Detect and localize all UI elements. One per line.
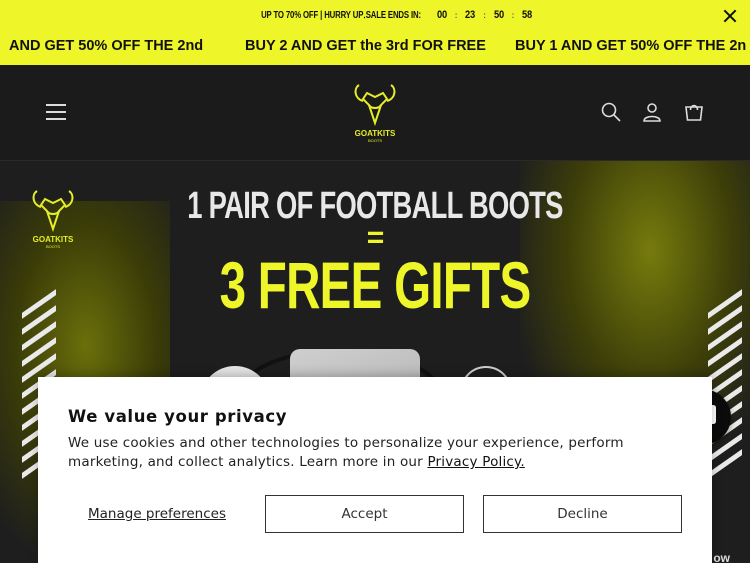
menu-icon[interactable]	[46, 104, 66, 120]
announcement-bar: UP TO 70% OFF | HURRY UP․SALE ENDS IN: 0…	[0, 0, 750, 65]
timer-days: 00	[436, 9, 447, 21]
close-icon[interactable]	[720, 6, 740, 26]
cart-icon[interactable]	[683, 101, 705, 123]
logo[interactable]: GOATKITS BOOTS	[349, 79, 401, 145]
site-header: GOATKITS BOOTS	[0, 65, 750, 161]
manage-preferences-button[interactable]: Manage preferences	[68, 495, 246, 533]
promo-marquee: AND GET 50% OFF THE 2nd BUY 2 AND GET th…	[0, 36, 750, 58]
marquee-item: BUY 1 AND GET 50% OFF THE 2n	[515, 38, 747, 54]
logo-subtext: BOOTS	[368, 138, 382, 143]
cookie-body-text: We use cookies and other technologies to…	[68, 435, 624, 470]
search-icon[interactable]	[600, 101, 622, 123]
decline-button[interactable]: Decline	[483, 495, 682, 533]
marquee-item: BUY 2 AND GET the 3rd FOR FREE	[245, 38, 486, 54]
logo-text: GOATKITS	[355, 129, 396, 138]
cookie-description: We use cookies and other technologies to…	[68, 434, 668, 472]
promo-text: UP TO 70% OFF | HURRY UP․SALE ENDS IN:	[260, 9, 421, 21]
cookie-title: We value your privacy	[68, 407, 288, 426]
timer-minutes: 50	[493, 9, 504, 21]
hero-corner-text: ow	[713, 551, 730, 563]
timer-separator: :	[511, 10, 515, 20]
timer-separator: :	[454, 10, 458, 20]
timer-hours: 23	[465, 9, 476, 21]
accept-button[interactable]: Accept	[265, 495, 464, 533]
countdown-row: UP TO 70% OFF | HURRY UP․SALE ENDS IN: 0…	[0, 0, 750, 30]
marquee-item: AND GET 50% OFF THE 2nd	[9, 38, 204, 54]
hero-subheadline: 3 FREE GIFTS	[219, 248, 532, 322]
cookie-consent-banner: We value your privacy We use cookies and…	[38, 377, 712, 563]
timer-seconds: 58	[522, 9, 533, 21]
account-icon[interactable]	[641, 101, 663, 123]
privacy-policy-link[interactable]: Privacy Policy.	[427, 454, 524, 470]
countdown-timer: 00 : 23 : 50 : 58	[435, 9, 534, 21]
timer-separator: :	[483, 10, 486, 20]
